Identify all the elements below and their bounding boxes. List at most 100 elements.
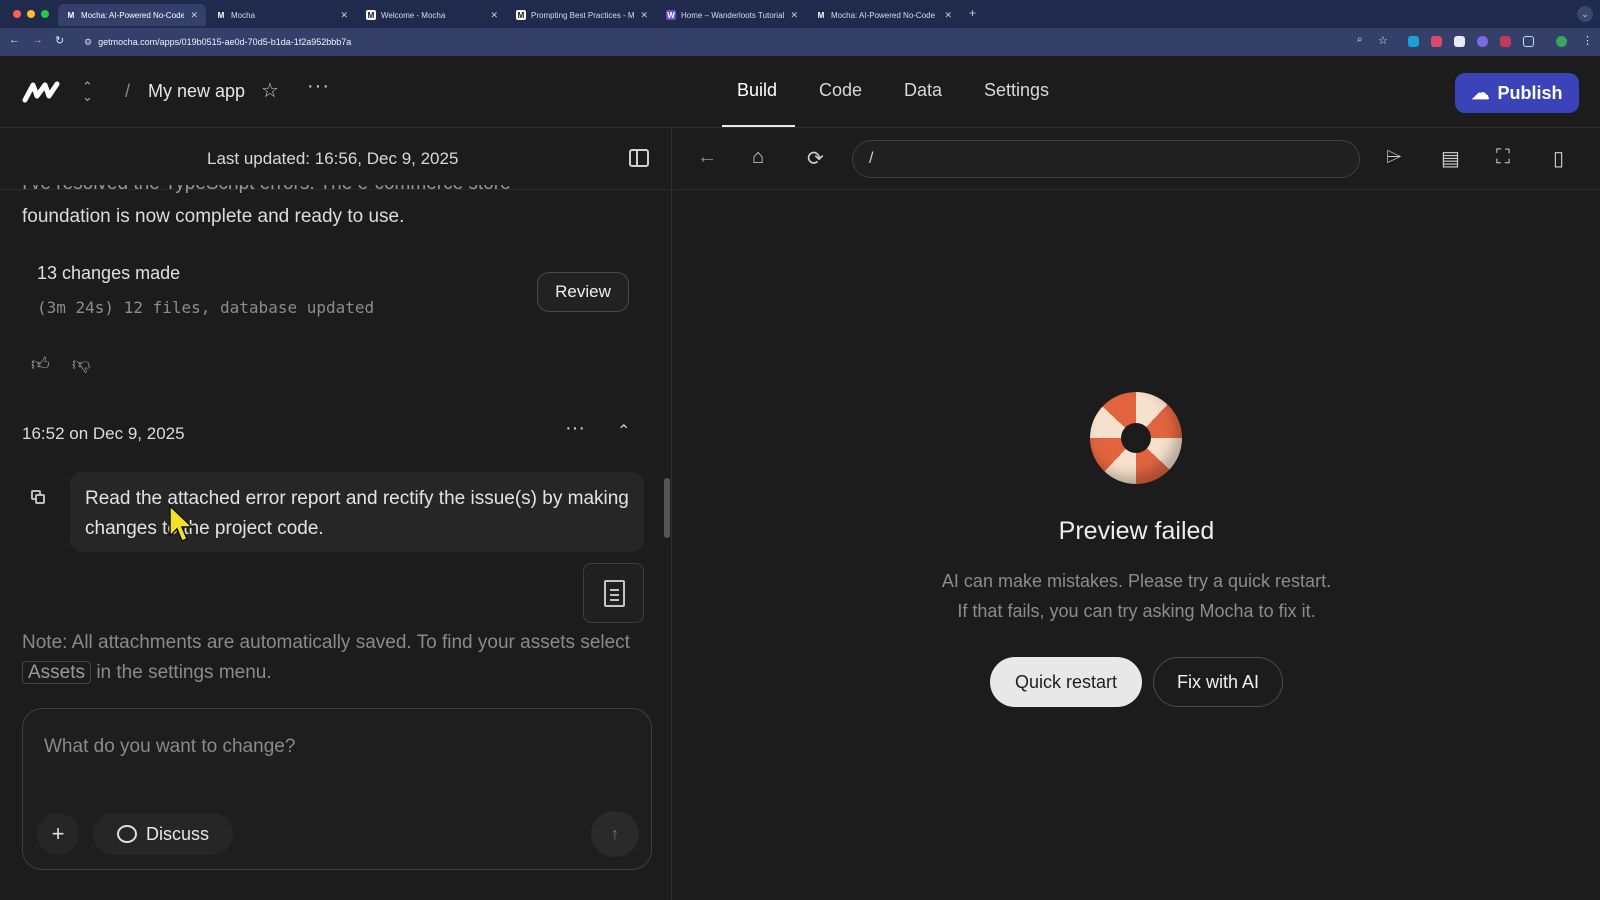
tab-title: Mocha: AI-Powered No-Code — [81, 10, 185, 20]
wanderloots-favicon-icon: W — [666, 10, 676, 20]
zoom-icon[interactable]: ⌕ — [1357, 34, 1363, 45]
close-tab-icon[interactable]: ✕ — [490, 10, 498, 21]
attached-error-report[interactable] — [583, 563, 644, 623]
tab-title: Mocha: AI-Powered No-Code — [831, 10, 936, 20]
more-dots-icon[interactable]: ··· — [565, 417, 585, 440]
extension-icon[interactable] — [1477, 36, 1488, 47]
preview-path-input[interactable]: / — [852, 140, 1360, 178]
chat-panel: Last updated: 16:56, Dec 9, 2025 I've re… — [0, 128, 672, 900]
cursor-select-icon[interactable]: ⌲ — [1386, 146, 1402, 169]
mocha-favicon-icon: M — [366, 10, 376, 20]
close-tab-icon[interactable]: ✕ — [944, 10, 952, 21]
mocha-favicon-icon: M — [67, 10, 75, 20]
browser-tab[interactable]: W Home – Wanderloots Tutorial ✕ — [658, 4, 806, 26]
extensions-puzzle-icon[interactable] — [1523, 36, 1534, 47]
extension-icon[interactable] — [1454, 36, 1465, 47]
assets-chip: Assets — [22, 661, 92, 684]
app-header: ⌃ ⌄ / My new app ☆ ··· Build Code Data Se… — [0, 56, 1600, 128]
tab-build[interactable]: Build — [737, 80, 777, 101]
mobile-icon[interactable]: ▯ — [1553, 146, 1564, 171]
browser-tab[interactable]: M Mocha: AI-Powered No-Code ✕ — [58, 4, 206, 26]
close-window-dot[interactable] — [13, 10, 21, 18]
app-name[interactable]: My new app — [148, 81, 245, 102]
add-attachment-button[interactable]: + — [37, 813, 79, 855]
more-dots-icon[interactable]: ··· — [307, 75, 330, 98]
site-settings-icon[interactable]: ⚙ — [84, 37, 92, 48]
panel-toggle-icon[interactable] — [629, 149, 649, 167]
close-tab-icon[interactable]: ✕ — [340, 10, 348, 21]
discuss-button[interactable]: Discuss — [93, 813, 233, 855]
life-buoy-icon — [1090, 392, 1182, 484]
message-timestamp: 16:52 on Dec 9, 2025 — [22, 424, 185, 443]
reload-icon[interactable]: ↻ — [55, 34, 64, 47]
extension-icon[interactable] — [1500, 36, 1511, 47]
layout-icon[interactable]: ▤ — [1441, 146, 1460, 171]
chevron-up-icon[interactable]: ⌃ — [617, 421, 630, 441]
browser-toolbar: ← → ↻ ⚙ getmocha.com/apps/019b0515-ae0d-… — [0, 28, 1600, 56]
thumbs-down-icon[interactable]: 👎︎ — [72, 353, 90, 375]
tab-search-chevron-icon[interactable]: ⌄ — [1577, 6, 1593, 22]
message-composer[interactable]: What do you want to change? + Discuss ↑ — [22, 708, 652, 870]
tab-code[interactable]: Code — [819, 80, 862, 101]
minimize-window-dot[interactable] — [27, 10, 35, 18]
cloud-upload-icon: ☁ — [1471, 82, 1490, 103]
mocha-app: ⌃ ⌄ / My new app ☆ ··· Build Code Data Se… — [0, 56, 1600, 900]
forward-arrow-icon[interactable]: → — [32, 34, 43, 46]
publish-label: Publish — [1497, 82, 1563, 103]
mocha-favicon-icon: M — [217, 10, 225, 20]
preview-toolbar: ← ⌂ ⟳ / ⌲ ▤ ⛶ ▯ — [673, 128, 1600, 190]
tab-title: Home – Wanderloots Tutorial — [681, 10, 785, 20]
close-tab-icon[interactable]: ✕ — [190, 10, 198, 21]
user-prompt-bubble: Read the attached error report and recti… — [70, 472, 644, 552]
publish-button[interactable]: ☁ Publish — [1455, 73, 1579, 113]
fullscreen-icon[interactable]: ⛶ — [1496, 146, 1510, 169]
tab-settings[interactable]: Settings — [984, 80, 1049, 101]
chat-scrollbar[interactable] — [664, 478, 670, 538]
changes-summary-card: 13 changes made (3m 24s) 12 files, datab… — [22, 246, 642, 341]
tab-title: Welcome - Mocha — [381, 10, 446, 20]
extension-icon[interactable] — [1408, 36, 1419, 47]
preview-failed-line-1: AI can make mistakes. Please try a quick… — [941, 571, 1332, 591]
bookmark-star-icon[interactable]: ☆ — [1378, 34, 1388, 47]
profile-avatar[interactable] — [1556, 36, 1567, 47]
browser-tab[interactable]: M Mocha ✕ — [208, 4, 356, 26]
close-tab-icon[interactable]: ✕ — [640, 10, 648, 21]
tab-data[interactable]: Data — [904, 80, 942, 101]
browser-menu-icon[interactable]: ⋮ — [1582, 34, 1593, 47]
attachments-note: Note: All attachments are automatically … — [22, 628, 652, 688]
new-tab-button[interactable]: + — [969, 6, 976, 20]
chat-bubble-icon — [116, 825, 137, 843]
quick-restart-button[interactable]: Quick restart — [990, 657, 1142, 707]
preview-panel: ← ⌂ ⟳ / ⌲ ▤ ⛶ ▯ Preview failed AI can ma… — [673, 128, 1600, 900]
assistant-message-text: foundation is now complete and ready to … — [22, 206, 405, 227]
browser-tab[interactable]: M Prompting Best Practices - M ✕ — [508, 4, 656, 26]
preview-failed-line-2: If that fails, you can try asking Mocha … — [957, 601, 1316, 621]
refresh-icon[interactable]: ⟳ — [807, 146, 824, 171]
plus-icon: + — [51, 821, 65, 846]
send-button[interactable]: ↑ — [591, 811, 639, 857]
browser-tab[interactable]: M Welcome - Mocha ✕ — [358, 4, 506, 26]
star-icon[interactable]: ☆ — [261, 78, 279, 103]
back-arrow-icon[interactable]: ← — [9, 34, 20, 46]
breadcrumb-separator: / — [125, 81, 131, 101]
preview-failed-title: Preview failed — [1058, 517, 1215, 545]
changes-details: (3m 24s) 12 files, database updated — [37, 298, 375, 317]
back-arrow-icon[interactable]: ← — [697, 146, 717, 169]
address-bar[interactable]: ⚙ getmocha.com/apps/019b0515-ae0d-70d5-b… — [84, 33, 351, 51]
copy-icon[interactable] — [31, 490, 45, 504]
arrow-up-icon: ↑ — [610, 823, 620, 844]
mouse-pointer-icon — [169, 504, 194, 542]
extension-icon[interactable] — [1431, 36, 1442, 47]
home-icon[interactable]: ⌂ — [752, 146, 764, 169]
mocha-logo-icon[interactable] — [22, 80, 62, 104]
mocha-favicon-icon: M — [516, 10, 526, 20]
fix-with-ai-button[interactable]: Fix with AI — [1153, 657, 1283, 707]
thumbs-up-icon[interactable]: 👍︎ — [31, 353, 50, 375]
composer-input[interactable]: What do you want to change? — [44, 736, 295, 758]
updown-chevron-icon[interactable]: ⌃ ⌄ — [82, 80, 93, 103]
url-text: getmocha.com/apps/019b0515-ae0d-70d5-b1d… — [98, 37, 352, 47]
browser-tab[interactable]: M Mocha: AI-Powered No-Code ✕ — [808, 4, 960, 26]
review-button[interactable]: Review — [537, 272, 629, 312]
close-tab-icon[interactable]: ✕ — [790, 10, 798, 21]
zoom-window-dot[interactable] — [41, 10, 49, 18]
